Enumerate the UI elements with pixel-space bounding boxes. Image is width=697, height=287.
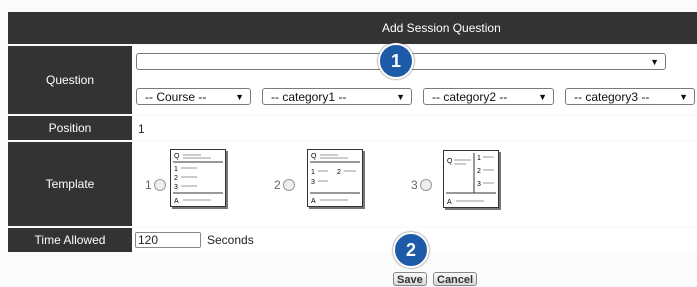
template-3-mark-3: 3 [477, 181, 481, 188]
category2-select[interactable]: -- category2 -- ▼ [423, 88, 554, 105]
template-2-radio[interactable] [282, 179, 295, 191]
template-2-layout-icon: Q 1 2 3 A [310, 153, 360, 205]
question-label: Question [8, 46, 132, 114]
time-unit-label: Seconds [207, 233, 254, 247]
course-select[interactable]: -- Course -- ▼ [136, 88, 251, 105]
time-allowed-label: Time Allowed [8, 228, 132, 252]
category1-select[interactable]: -- category1 -- ▼ [262, 88, 412, 105]
position-label: Position [8, 116, 132, 140]
template-3-number: 3 [411, 178, 418, 192]
category1-select-value: -- category1 -- [271, 90, 347, 104]
position-value: 1 [138, 122, 145, 136]
category3-select[interactable]: -- category3 -- ▼ [565, 88, 695, 105]
template-1-layout-icon: Q 1 2 3 A [173, 153, 223, 205]
callout-badge-1: 1 [378, 43, 414, 79]
template-3-a-mark: A [447, 199, 452, 206]
template-1-mark-1: 1 [174, 166, 178, 173]
template-3-layout-icon: Q 1 2 3 A [446, 153, 496, 206]
template-2-a-mark: A [311, 198, 316, 205]
category3-select-value: -- category3 -- [574, 90, 650, 104]
template-3-option[interactable]: 3 [411, 178, 432, 192]
cancel-button[interactable]: Cancel [433, 272, 478, 286]
template-2-q-mark: Q [311, 153, 317, 160]
template-1-thumbnail: Q 1 2 3 A [170, 149, 226, 207]
position-cell [132, 116, 697, 140]
template-2-thumbnail: Q 1 2 3 A [307, 149, 363, 207]
template-2-mark-3: 3 [311, 179, 315, 186]
template-3-mark-1: 1 [477, 155, 481, 162]
template-3-q-mark: Q [447, 158, 453, 165]
dropdown-arrow-icon: ▼ [679, 92, 688, 102]
dropdown-arrow-icon: ▼ [235, 92, 244, 102]
template-1-number: 1 [145, 178, 152, 192]
form-title: Add Session Question [382, 21, 501, 35]
page: Add Session Question Question ▼ -- Cours… [0, 0, 697, 286]
template-label: Template [8, 142, 132, 226]
template-2-option[interactable]: 2 [274, 178, 295, 192]
template-1-option[interactable]: 1 [145, 178, 166, 192]
dropdown-arrow-icon: ▼ [538, 92, 547, 102]
form-header: Add Session Question [8, 12, 697, 44]
template-1-mark-2: 2 [174, 175, 178, 182]
time-allowed-input[interactable]: 120 [135, 232, 201, 248]
template-2-mark-2: 2 [337, 169, 341, 176]
course-select-value: -- Course -- [145, 90, 207, 104]
template-1-a-mark: A [174, 198, 179, 205]
callout-badge-2: 2 [393, 232, 429, 268]
template-3-radio[interactable] [419, 179, 432, 191]
template-3-thumbnail: Q 1 2 3 A [443, 150, 499, 208]
save-button[interactable]: Save [393, 272, 427, 286]
template-3-mark-2: 2 [477, 168, 481, 175]
template-1-mark-3: 3 [174, 184, 178, 191]
template-2-number: 2 [274, 178, 281, 192]
template-1-radio[interactable] [153, 179, 166, 191]
dropdown-arrow-icon: ▼ [650, 57, 659, 67]
dropdown-arrow-icon: ▼ [396, 92, 405, 102]
category2-select-value: -- category2 -- [432, 90, 508, 104]
template-2-mark-1: 1 [311, 169, 315, 176]
template-1-q-mark: Q [174, 153, 180, 160]
